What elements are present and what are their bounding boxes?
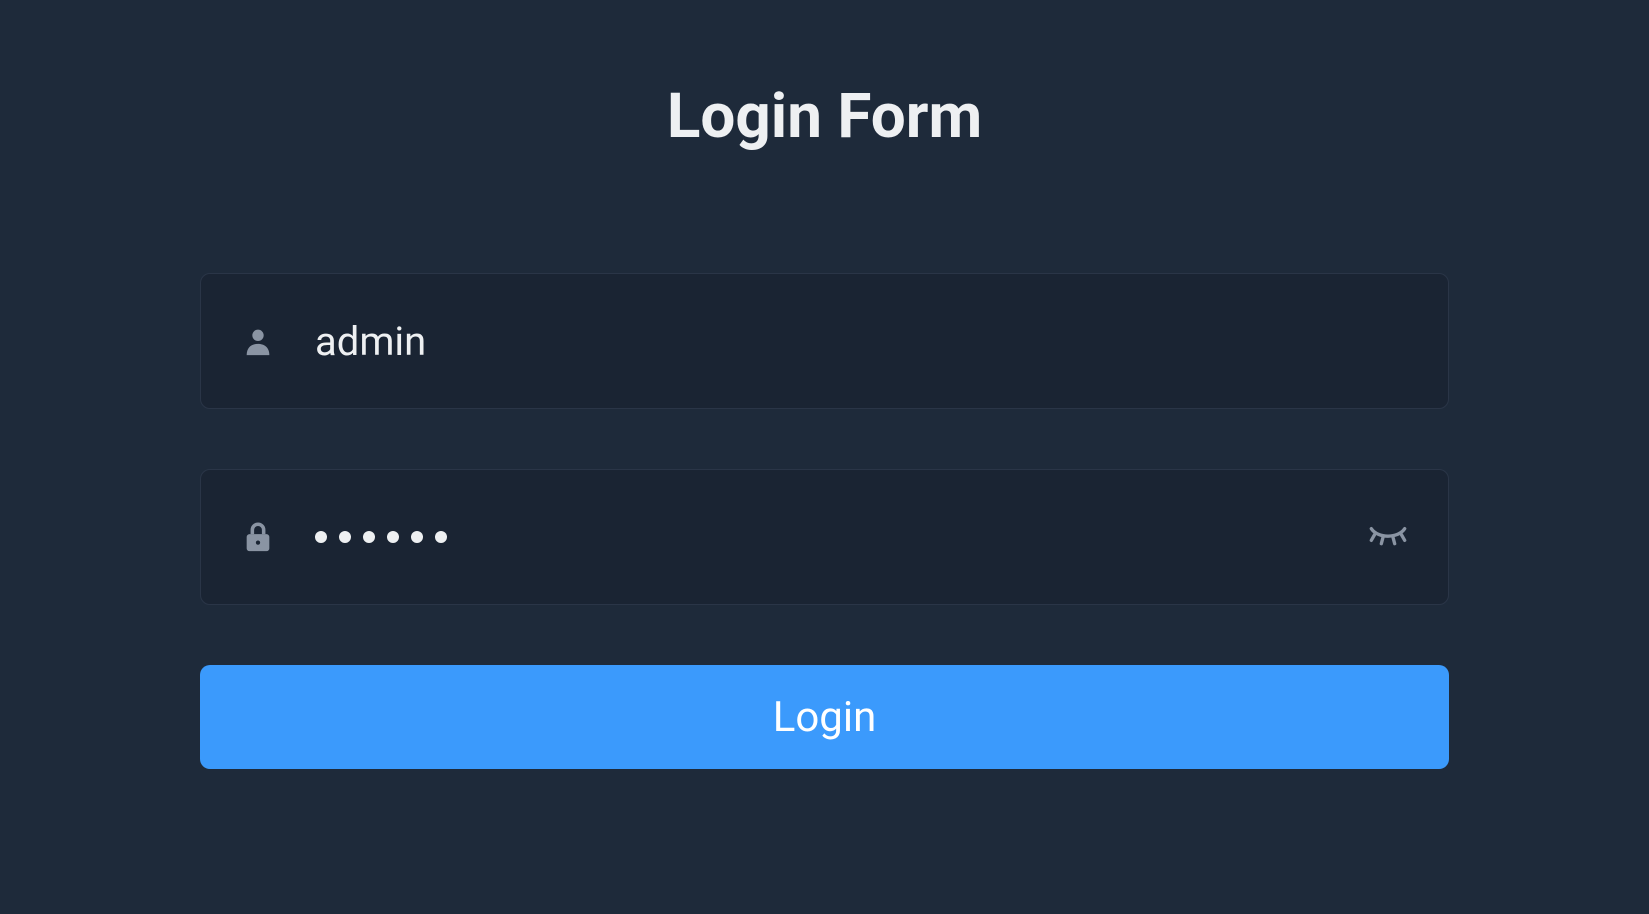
login-button[interactable]: Login	[200, 665, 1449, 769]
user-icon	[241, 324, 275, 358]
username-input[interactable]	[315, 318, 1408, 365]
password-input-group	[200, 469, 1449, 605]
eye-closed-icon[interactable]	[1368, 517, 1408, 557]
username-input-group	[200, 273, 1449, 409]
login-form-container: Login Form	[0, 0, 1649, 769]
lock-icon	[241, 520, 275, 554]
password-input[interactable]	[315, 531, 1368, 543]
page-title: Login Form	[200, 80, 1449, 153]
